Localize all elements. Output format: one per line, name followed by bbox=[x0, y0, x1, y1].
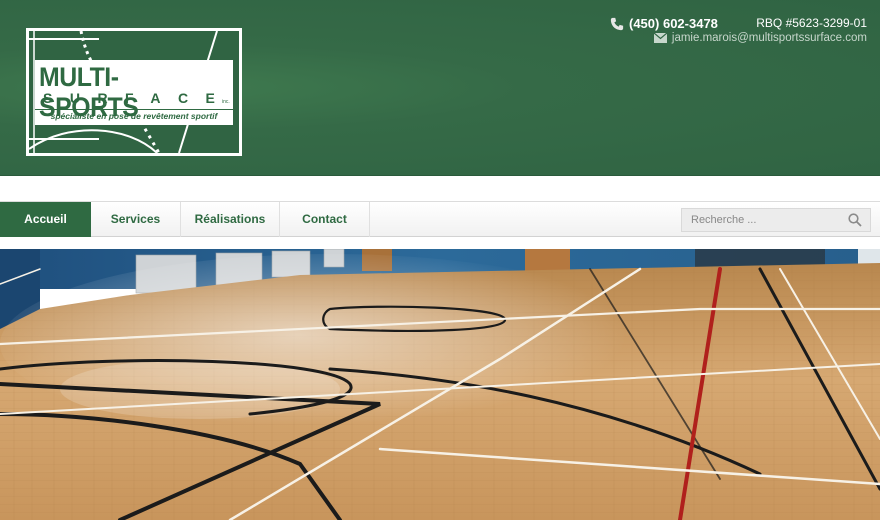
rbq-license: RBQ #5623-3299-01 bbox=[756, 16, 867, 30]
nav-item-contact[interactable]: Contact bbox=[280, 202, 370, 237]
logo-subtitle: SURFACE bbox=[43, 90, 233, 106]
search-input[interactable] bbox=[682, 209, 842, 231]
search-icon[interactable] bbox=[848, 213, 862, 227]
main-nav: Accueil Services Réalisations Contact bbox=[0, 201, 880, 237]
nav-item-services[interactable]: Services bbox=[91, 202, 181, 237]
search-box bbox=[681, 208, 871, 232]
nav-item-accueil[interactable]: Accueil bbox=[0, 202, 91, 237]
envelope-icon bbox=[653, 33, 667, 43]
hero-image-gym-floor bbox=[0, 249, 880, 520]
logo-band: MULTI-SPORTS SURFACE inc. spécialiste en… bbox=[35, 60, 233, 125]
gym-floor-illustration bbox=[0, 249, 880, 520]
phone-icon bbox=[610, 17, 624, 31]
site-header: MULTI-SPORTS SURFACE inc. spécialiste en… bbox=[0, 0, 880, 176]
logo-inc: inc. bbox=[222, 99, 230, 105]
email-text: jamie.marois@multisportssurface.com bbox=[671, 32, 867, 44]
logo-tagline: spécialiste en pose de revêtement sporti… bbox=[35, 109, 233, 122]
email-link[interactable]: jamie.marois@multisportssurface.com bbox=[653, 30, 867, 46]
nav-item-realisations[interactable]: Réalisations bbox=[181, 202, 280, 237]
site-logo[interactable]: MULTI-SPORTS SURFACE inc. spécialiste en… bbox=[26, 28, 242, 156]
